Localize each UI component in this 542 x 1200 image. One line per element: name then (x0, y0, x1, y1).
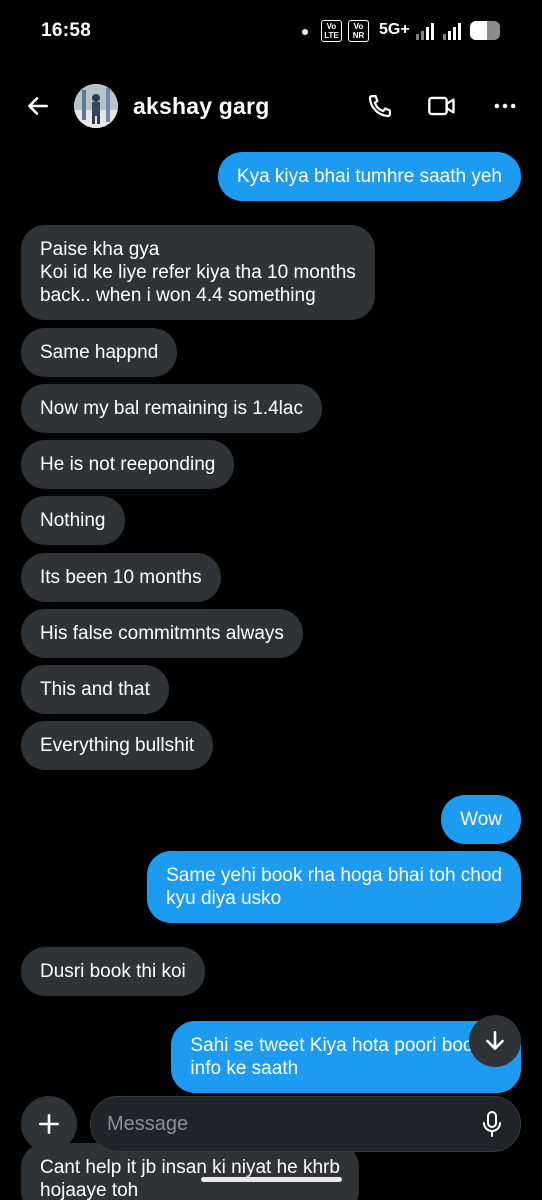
message-text: kyu diya usko (166, 888, 282, 909)
sim2-type-label: NR (352, 31, 365, 40)
message-composer (90, 1096, 521, 1152)
battery-level (470, 21, 487, 40)
more-options-button[interactable] (485, 86, 525, 126)
network-type: 5G+ (379, 21, 410, 38)
voice-call-button[interactable] (360, 86, 400, 126)
message-bubble-incoming[interactable]: Dusri book thi koi (21, 947, 205, 996)
message-text: His false commitmnts always (40, 623, 284, 644)
message-text: He is not reeponding (40, 454, 216, 475)
status-time: 16:58 (41, 20, 92, 41)
message-text: hojaaye toh (40, 1180, 139, 1200)
message-bubble-incoming[interactable]: Everything bullshit (21, 721, 214, 770)
message-text: Cant help it jb insan ki niyat he khrb (40, 1157, 340, 1178)
message-text: Wow (460, 809, 502, 830)
message-bubble-outgoing[interactable]: Sahi se tweet Kiya hota poori book ki in… (171, 1021, 521, 1093)
message-text: This and that (40, 679, 150, 700)
sim1-vo-label: Vo (326, 22, 337, 31)
sim1-volte-icon: Vo LTE (321, 20, 342, 42)
message-text: Koi id ke liye refer kiya tha 10 months (40, 262, 356, 283)
message-bubble-incoming[interactable]: This and that (21, 665, 169, 714)
message-text: Kya kiya bhai tumhre saath yeh (236, 166, 502, 187)
message-text: Sahi se tweet Kiya hota poori book ki (190, 1035, 502, 1056)
message-bubble-incoming[interactable]: Nothing (21, 496, 125, 545)
message-text: Same happnd (40, 342, 159, 363)
message-input[interactable] (107, 1097, 467, 1151)
message-bubble-incoming[interactable]: His false commitmnts always (21, 609, 303, 658)
phone-icon (368, 94, 392, 118)
message-bubble-incoming[interactable]: Now my bal remaining is 1.4lac (21, 384, 322, 433)
signal-strength-icon (416, 22, 434, 40)
message-text: Paise kha gya (40, 239, 160, 260)
conversation-header: akshay garg (0, 70, 542, 142)
message-text: Nothing (40, 510, 106, 531)
sim2-vo-label: Vo (353, 22, 364, 31)
message-bubble-incoming[interactable]: Same happnd (21, 328, 178, 377)
voice-message-button[interactable] (478, 1110, 506, 1138)
avatar[interactable] (74, 84, 118, 128)
message-bubble-incoming[interactable]: Paise kha gya Koi id ke liye refer kiya … (21, 225, 375, 320)
message-text: Now my bal remaining is 1.4lac (40, 398, 303, 419)
message-text: Its been 10 months (40, 567, 202, 588)
message-text: info ke saath (190, 1058, 299, 1079)
message-bubble-incoming[interactable]: Its been 10 months (21, 553, 221, 602)
add-attachment-button[interactable] (21, 1096, 77, 1152)
scroll-to-bottom-button[interactable] (469, 1015, 521, 1067)
message-text: back.. when i won 4.4 something (40, 285, 316, 306)
message-text: Dusri book thi koi (40, 961, 186, 982)
message-bubble-incoming[interactable]: He is not reeponding (21, 440, 235, 489)
battery-icon (470, 21, 500, 40)
back-button[interactable] (18, 86, 58, 126)
message-bubble-outgoing[interactable]: Kya kiya bhai tumhre saath yeh (217, 152, 521, 201)
message-text: Everything bullshit (40, 735, 195, 756)
status-bar: 16:58 Vo LTE Vo NR 5G+ (0, 0, 542, 64)
arrow-left-icon (28, 97, 48, 115)
message-bubble-outgoing[interactable]: Same yehi book rha hoga bhai toh chod ky… (147, 851, 521, 923)
home-indicator[interactable] (201, 1177, 342, 1182)
message-text: Same yehi book rha hoga bhai toh chod (166, 865, 502, 886)
notification-dot-icon (302, 29, 308, 35)
sim1-type-label: LTE (324, 31, 339, 40)
avatar-image (74, 84, 118, 128)
message-bubble-outgoing[interactable]: Wow (441, 795, 521, 844)
signal-strength-icon (443, 22, 461, 40)
contact-name[interactable]: akshay garg (133, 93, 269, 120)
arrow-down-icon (486, 1031, 504, 1050)
sim2-volte-icon: Vo NR (348, 20, 369, 42)
more-horizontal-icon (494, 103, 516, 109)
video-call-button[interactable] (422, 86, 462, 126)
microphone-icon (483, 1111, 501, 1137)
video-camera-icon (428, 96, 455, 116)
plus-icon (39, 1114, 59, 1134)
